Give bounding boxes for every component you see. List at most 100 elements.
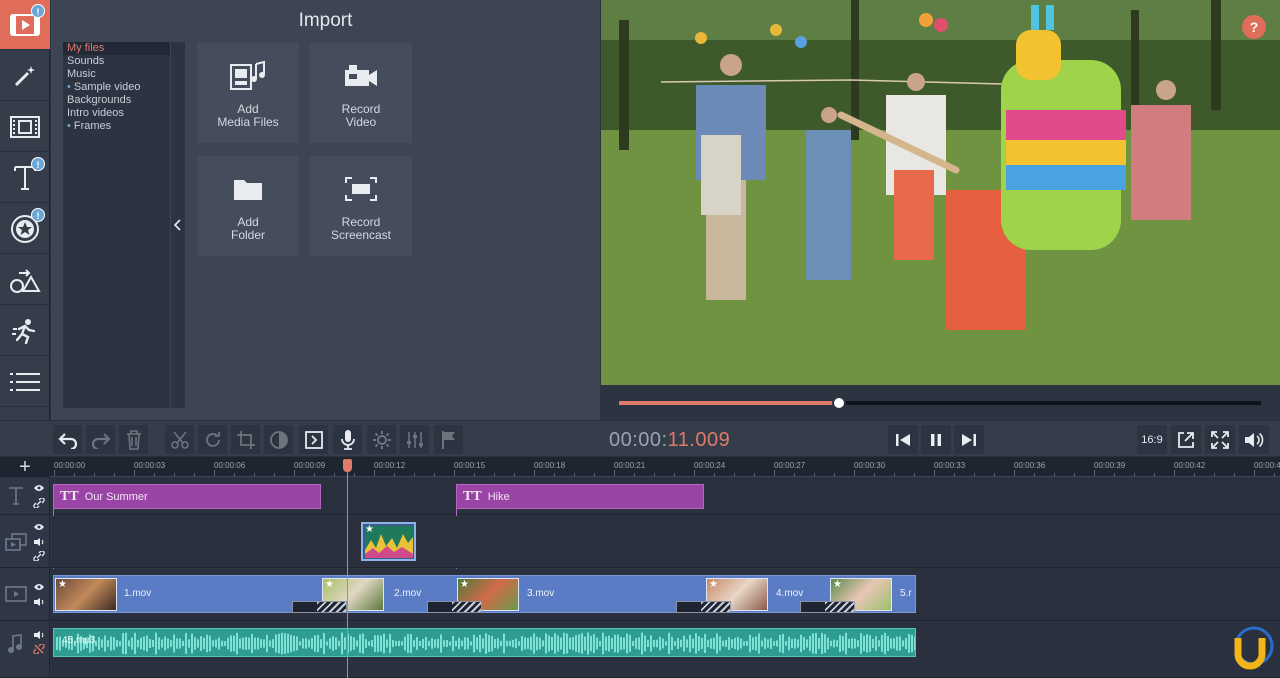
overlay-track-lane[interactable]: ★ xyxy=(51,516,1280,568)
transition-marker[interactable] xyxy=(292,601,347,613)
video-track-icon xyxy=(5,586,27,602)
ruler-tick xyxy=(994,473,995,476)
title-clip-hike[interactable]: TT Hike xyxy=(456,484,704,509)
transitions-tool-button[interactable] xyxy=(0,102,50,152)
ruler-tick xyxy=(954,473,955,476)
preview-seekbar[interactable] xyxy=(619,396,1261,410)
audio-clip[interactable]: 45.mp3 xyxy=(53,628,916,657)
title-clip-our-summer[interactable]: TT Our Summer xyxy=(53,484,321,509)
timeline-ruler[interactable]: 00:00:00 00:00:03 00:00:06 00:00:09 00:00:12… xyxy=(50,457,1280,477)
record-video-label: Record Video xyxy=(341,102,381,129)
fullscreen-button[interactable] xyxy=(1205,425,1235,454)
more-tools-button[interactable] xyxy=(0,306,50,356)
ruler-tick xyxy=(734,473,735,476)
volume-small-icon[interactable] xyxy=(33,597,45,607)
transition-marker[interactable] xyxy=(427,601,482,613)
record-video-button[interactable]: Record Video xyxy=(310,43,412,143)
titles-tool-button[interactable]: ! xyxy=(0,153,50,203)
add-media-files-button[interactable]: Add Media Files xyxy=(197,43,299,143)
ruler-tick xyxy=(854,470,855,476)
cut-button[interactable] xyxy=(165,425,194,454)
import-tool-button[interactable]: ! xyxy=(0,0,50,50)
video-clip-strip[interactable]: ★ 1.mov ★ 2.mov ★ 3.mov ★ 4.mov ★ 5.r xyxy=(53,575,916,613)
color-adjust-button[interactable] xyxy=(264,425,293,454)
preview-frame-image xyxy=(601,0,1280,385)
collapse-panel-button[interactable] xyxy=(170,42,185,408)
ruler-tick-label: 00:00:21 xyxy=(614,461,646,470)
marker-button[interactable] xyxy=(434,425,463,454)
ruler-tick xyxy=(94,473,95,476)
editing-toolbar: 00:00:11.009 16:9 xyxy=(0,420,1280,457)
ruler-tick-label: 00:00:24 xyxy=(694,461,726,470)
eye-icon[interactable] xyxy=(33,523,45,531)
transition-marker[interactable] xyxy=(800,601,855,613)
ruler-tick-label: 00:00:06 xyxy=(214,461,246,470)
menu-button[interactable] xyxy=(0,357,50,407)
equalizer-button[interactable] xyxy=(400,425,429,454)
preview-seekbar-area xyxy=(601,385,1280,420)
transition-marker[interactable] xyxy=(676,601,731,613)
link-icon[interactable] xyxy=(33,551,45,561)
tool-rail: ! ! ! xyxy=(0,0,50,455)
crop-button[interactable] xyxy=(231,425,260,454)
overlay-track-header xyxy=(0,516,50,568)
category-intro-videos[interactable]: Intro videos xyxy=(63,107,170,120)
add-track-button[interactable]: + xyxy=(0,457,50,477)
star-icon: ★ xyxy=(325,579,334,590)
export-button[interactable] xyxy=(1171,425,1201,454)
eye-icon[interactable] xyxy=(33,484,45,492)
add-folder-label: Add Folder xyxy=(230,215,265,242)
filters-tool-button[interactable] xyxy=(0,51,50,101)
category-music[interactable]: Music xyxy=(63,68,170,81)
video-preview[interactable]: ? xyxy=(601,0,1280,385)
video-track-lane[interactable]: ★ 1.mov ★ 2.mov ★ 3.mov ★ 4.mov ★ 5.r xyxy=(51,569,1280,621)
ruler-tick xyxy=(1234,473,1235,476)
category-sample-video[interactable]: Sample video xyxy=(63,81,170,94)
category-my-files[interactable]: My files xyxy=(63,42,170,55)
record-screencast-label: Record Screencast xyxy=(330,215,392,242)
volume-small-icon[interactable] xyxy=(33,630,45,640)
eye-icon[interactable] xyxy=(33,583,45,591)
callouts-tool-button[interactable] xyxy=(0,255,50,305)
ruler-tick-label: 00:00:12 xyxy=(374,461,406,470)
unlink-icon[interactable] xyxy=(33,644,45,654)
voiceover-button[interactable] xyxy=(333,425,362,454)
aspect-ratio-button[interactable]: 16:9 xyxy=(1137,425,1167,454)
category-backgrounds[interactable]: Backgrounds xyxy=(63,94,170,107)
add-folder-button[interactable]: Add Folder xyxy=(197,156,299,256)
ruler-tick xyxy=(614,470,615,476)
category-frames[interactable]: Frames xyxy=(63,120,170,133)
rotate-button[interactable] xyxy=(198,425,227,454)
ruler-tick xyxy=(1174,470,1175,476)
undo-button[interactable] xyxy=(53,425,82,454)
ruler-tick xyxy=(294,470,295,476)
ruler-tick-label: 00:00:30 xyxy=(854,461,886,470)
seekbar-handle[interactable] xyxy=(832,396,847,410)
delete-button[interactable] xyxy=(119,425,148,454)
record-screencast-button[interactable]: Record Screencast xyxy=(310,156,412,256)
chevron-left-icon xyxy=(174,219,181,231)
pause-button[interactable] xyxy=(921,425,951,454)
trash-icon xyxy=(126,429,141,450)
title-track-lane[interactable]: TT Our Summer TT Hike xyxy=(51,478,1280,515)
next-button[interactable] xyxy=(954,425,984,454)
ruler-tick-label: 00:00:33 xyxy=(934,461,966,470)
playhead-handle[interactable] xyxy=(343,459,352,472)
ruler-tick-label: 00:00:39 xyxy=(1094,461,1126,470)
ruler-tick xyxy=(54,470,55,476)
volume-button[interactable] xyxy=(1239,425,1269,454)
import-badge: ! xyxy=(31,4,45,18)
shapes-icon xyxy=(10,268,41,293)
previous-button[interactable] xyxy=(888,425,918,454)
clip-properties-button[interactable] xyxy=(299,425,328,454)
stickers-tool-button[interactable]: ! xyxy=(0,204,50,254)
timeline[interactable]: + 00:00:00 00:00:03 00:00:06 00:00:09 00:00:… xyxy=(0,457,1280,678)
ruler-tick xyxy=(194,473,195,476)
settings-button[interactable] xyxy=(367,425,396,454)
help-button[interactable]: ? xyxy=(1242,15,1266,39)
volume-small-icon[interactable] xyxy=(33,537,45,547)
overlay-clip[interactable]: ★ xyxy=(361,522,416,561)
category-sounds[interactable]: Sounds xyxy=(63,55,170,68)
redo-button[interactable] xyxy=(86,425,115,454)
link-icon[interactable] xyxy=(33,498,45,508)
